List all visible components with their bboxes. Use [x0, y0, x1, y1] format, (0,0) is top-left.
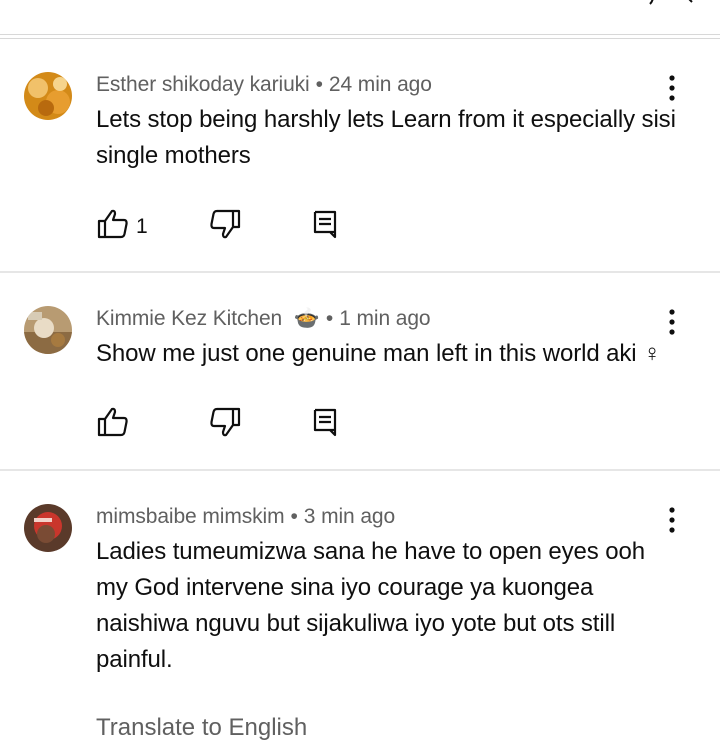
more-vert-icon[interactable] — [656, 72, 688, 104]
reply-icon[interactable] — [308, 405, 342, 439]
comment-text: Lets stop being harshly lets Learn from … — [96, 106, 676, 169]
meta-separator: • — [290, 505, 298, 528]
translate-link[interactable]: Translate to English — [96, 714, 307, 742]
avatar[interactable] — [24, 72, 72, 120]
avatar[interactable] — [24, 306, 72, 354]
thumb-up-icon[interactable] — [96, 405, 130, 439]
comment-time: 24 min ago — [328, 73, 432, 96]
avatar-image — [24, 504, 72, 552]
author-name[interactable]: mimsbaibe mimskim — [96, 505, 285, 528]
more-vert-icon[interactable] — [656, 306, 688, 338]
author-name[interactable]: Kimmie Kez Kitchen — [96, 307, 282, 330]
comment-divider — [0, 469, 720, 471]
toolbar-partial-icon-2[interactable] — [646, 0, 668, 6]
top-toolbar — [0, 0, 720, 35]
avatar-image — [24, 72, 72, 120]
meta-separator: • — [325, 307, 334, 330]
close-icon[interactable] — [674, 0, 696, 6]
comment-meta: mimsbaibe mimskim • 3 min ago — [96, 505, 395, 529]
comment-time: 3 min ago — [303, 505, 396, 528]
top-divider — [0, 38, 720, 39]
thumb-down-icon[interactable] — [208, 207, 242, 241]
comment-meta: Esther shikoday kariuki • 24 min ago — [96, 73, 432, 97]
thumb-up-icon[interactable] — [96, 207, 130, 241]
author-emoji: 🍲 — [293, 307, 320, 330]
author-name[interactable]: Esther shikoday kariuki — [96, 73, 310, 96]
meta-separator: • — [315, 73, 323, 96]
comment-meta: Kimmie Kez Kitchen 🍲 • 1 min ago — [96, 307, 431, 331]
comment-text: Show me just one genuine man left in thi… — [96, 340, 661, 367]
comment-time: 1 min ago — [339, 307, 431, 330]
comment-text: Ladies tumeumizwa sana he have to open e… — [96, 538, 645, 673]
thumb-down-icon[interactable] — [208, 405, 242, 439]
toolbar-partial-icon[interactable] — [562, 0, 584, 6]
avatar-image — [24, 306, 72, 354]
comment-divider — [0, 271, 720, 273]
reply-icon[interactable] — [308, 207, 342, 241]
avatar[interactable] — [24, 504, 72, 552]
more-vert-icon[interactable] — [656, 504, 688, 536]
like-count: 1 — [136, 215, 148, 238]
